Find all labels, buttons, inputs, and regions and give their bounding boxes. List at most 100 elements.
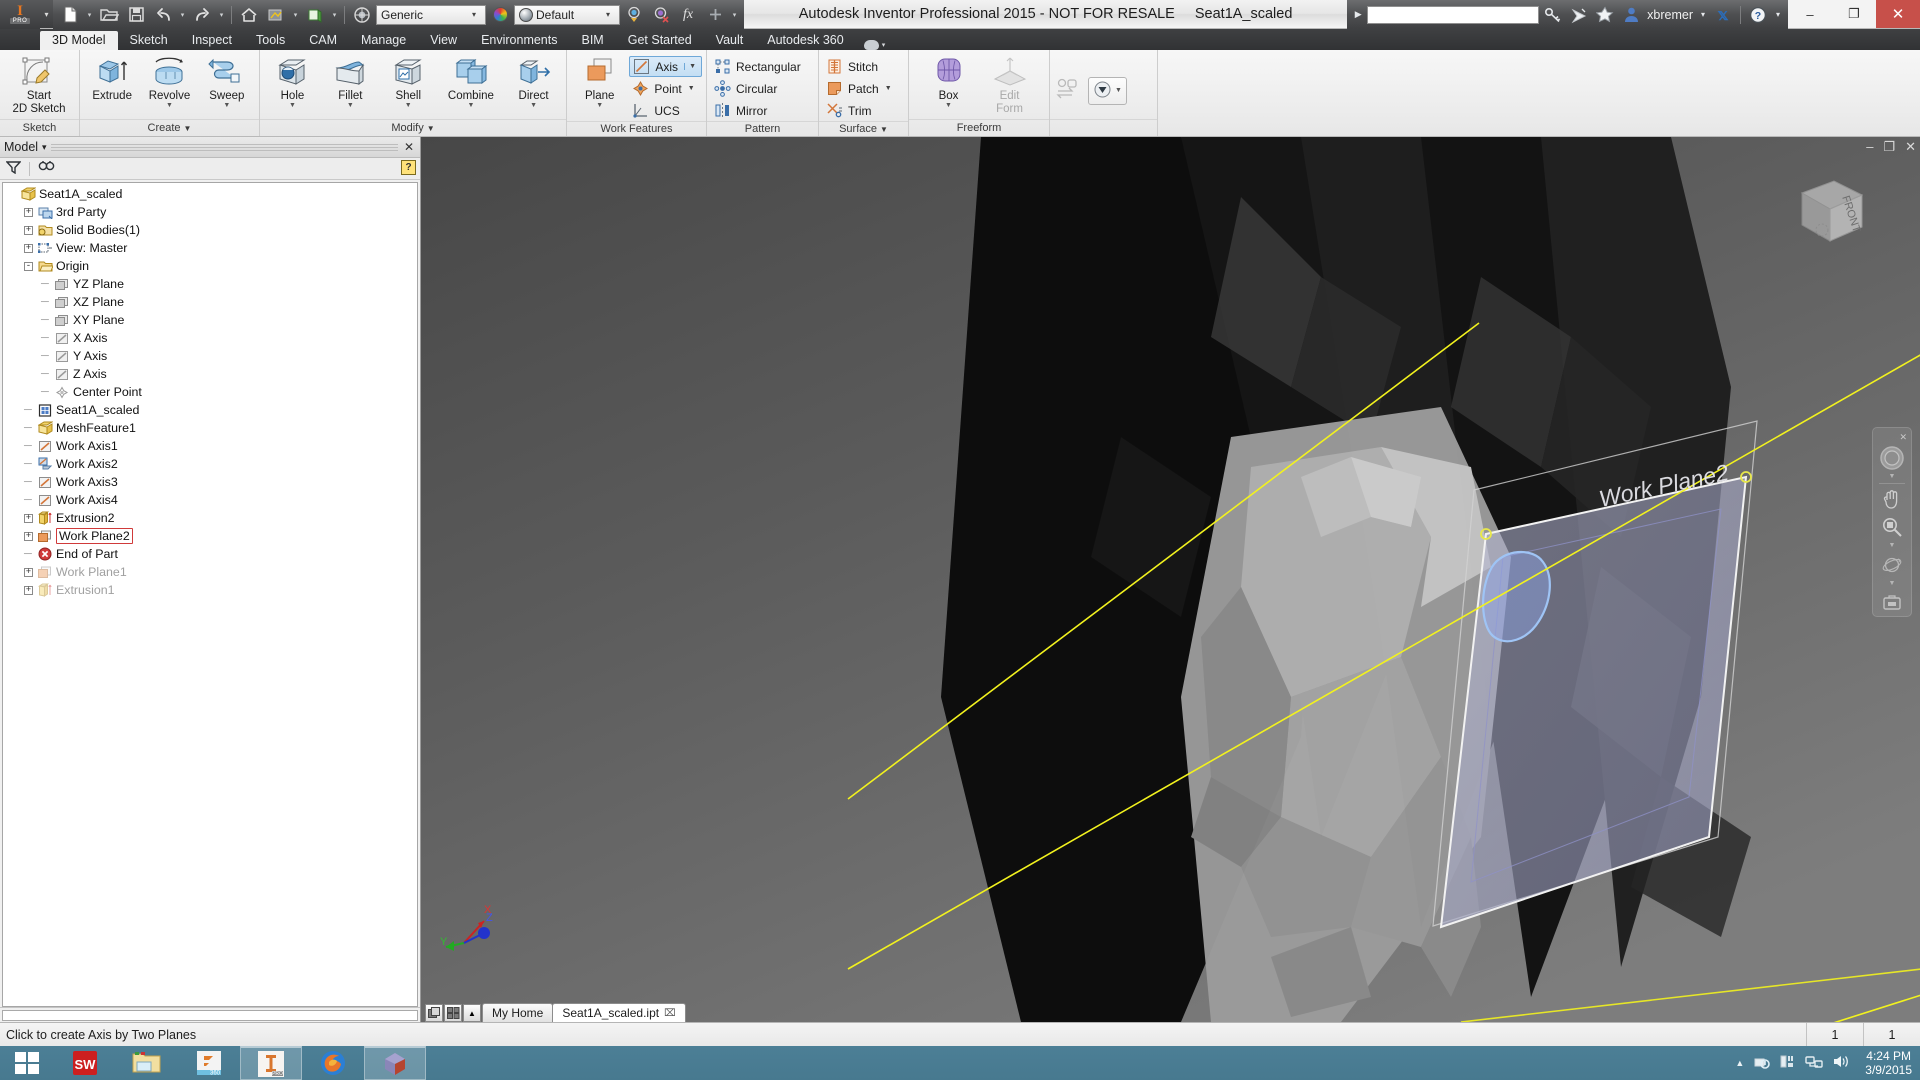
tray-volume-icon[interactable]: [1832, 1053, 1850, 1073]
home-icon[interactable]: [236, 2, 262, 27]
tree-item-end-of-part[interactable]: ─ End of Part: [3, 545, 417, 563]
tree-item-extrusion2[interactable]: + Extrusion2: [3, 509, 417, 527]
material-combo[interactable]: Generic ▾: [376, 4, 486, 25]
app-menu-caret-icon[interactable]: ▾: [40, 0, 53, 28]
shell-button[interactable]: Shell ▼: [380, 53, 437, 109]
browser-title-caret-icon[interactable]: ▾: [42, 142, 47, 153]
tree-item-origin[interactable]: - Origin: [3, 257, 417, 275]
plastic-part-icon[interactable]: [1093, 80, 1112, 102]
direct-edit-dropdown-caret-icon[interactable]: ▼: [530, 102, 537, 109]
revolve-dropdown-caret-icon[interactable]: ▼: [166, 102, 173, 109]
circular-pattern-button[interactable]: Circular: [711, 78, 806, 99]
viewport-restore-button[interactable]: ❐: [1883, 139, 1895, 155]
return-caret-icon[interactable]: ▾: [329, 2, 340, 27]
new-file-caret-icon[interactable]: ▾: [84, 2, 95, 27]
tree-expander-icon[interactable]: +: [24, 243, 37, 253]
undo-icon[interactable]: [150, 2, 176, 27]
start-button[interactable]: [0, 1046, 54, 1080]
orbit-caret-icon[interactable]: ▼: [1889, 580, 1896, 588]
tree-expander-icon[interactable]: +: [24, 207, 37, 217]
find-icon[interactable]: [38, 160, 55, 177]
search-input[interactable]: [1367, 5, 1540, 24]
update-caret-icon[interactable]: ▾: [290, 2, 301, 27]
cascade-windows-icon[interactable]: [425, 1004, 443, 1022]
autodesk-exchange-icon[interactable]: 𝕩: [1711, 3, 1735, 27]
zoom-magnifier-icon[interactable]: [1877, 514, 1907, 540]
user-name-label[interactable]: xbremer: [1645, 8, 1695, 22]
filter-icon[interactable]: [5, 160, 22, 177]
autodesk-360-icon[interactable]: [1567, 3, 1591, 27]
start-2d-sketch-button[interactable]: Start 2D Sketch: [4, 53, 74, 115]
taskbar-solidworks[interactable]: SW: [54, 1046, 116, 1080]
combine-dropdown-caret-icon[interactable]: ▼: [467, 102, 474, 109]
mirror-button[interactable]: Mirror: [711, 100, 806, 121]
browser-close-icon[interactable]: ✕: [402, 140, 416, 154]
tree-item-meshfeature1[interactable]: ─ MeshFeature1: [3, 419, 417, 437]
document-tab-my-home[interactable]: My Home: [482, 1003, 554, 1022]
plastic-part-dropdown-caret-icon[interactable]: ▼: [1115, 87, 1122, 94]
appearance-dropper-icon[interactable]: [621, 2, 647, 27]
tree-item-work-axis4[interactable]: ─ Work Axis4: [3, 491, 417, 509]
ribbon-tab-vault[interactable]: Vault: [704, 31, 756, 50]
clear-appearance-icon[interactable]: [648, 2, 674, 27]
document-tab-seat1a[interactable]: Seat1A_scaled.ipt ⌧: [552, 1003, 686, 1022]
tree-item-y-axis[interactable]: ─ Y Axis: [3, 347, 417, 365]
material-combo-caret-icon[interactable]: ▾: [467, 10, 481, 19]
tree-expander-icon[interactable]: +: [24, 225, 37, 235]
tree-expander-icon[interactable]: +: [24, 585, 37, 595]
work-point-button[interactable]: Point ▼: [629, 78, 702, 99]
zoom-caret-icon[interactable]: ▼: [1889, 542, 1896, 550]
tree-expander-icon[interactable]: -: [24, 261, 37, 271]
viewport-minimize-button[interactable]: –: [1866, 139, 1873, 155]
tree-item-solid-bodies-1-[interactable]: + Solid Bodies(1): [3, 221, 417, 239]
taskbar-firefox[interactable]: [302, 1046, 364, 1080]
save-icon[interactable]: [123, 2, 149, 27]
browser-title-bar[interactable]: Model ▾ ✕: [0, 137, 420, 158]
navigation-bar[interactable]: ✕ ▼ ▼ ▼: [1872, 427, 1912, 617]
return-icon[interactable]: [302, 2, 328, 27]
help-caret-icon[interactable]: ▾: [1772, 3, 1784, 27]
undo-caret-icon[interactable]: ▾: [177, 2, 188, 27]
tree-item-xy-plane[interactable]: ─ XY Plane: [3, 311, 417, 329]
ribbon-tab-3d-model[interactable]: 3D Model: [40, 31, 118, 50]
ribbon-cloud-status-icon[interactable]: ▾: [856, 40, 894, 50]
tree-item-seat1a-scaled[interactable]: ─ Seat1A_scaled: [3, 401, 417, 419]
tree-item-work-axis1[interactable]: ─ Work Axis1: [3, 437, 417, 455]
help-icon[interactable]: ?: [1746, 3, 1770, 27]
tile-windows-icon[interactable]: [444, 1004, 462, 1022]
tray-network-icon[interactable]: [1805, 1053, 1823, 1073]
steering-wheel-caret-icon[interactable]: ▼: [1889, 473, 1896, 481]
fillet-dropdown-caret-icon[interactable]: ▼: [347, 102, 354, 109]
freeform-box-dropdown-caret-icon[interactable]: ▼: [945, 102, 952, 109]
look-at-icon[interactable]: [1877, 590, 1907, 616]
pan-hand-icon[interactable]: [1877, 486, 1907, 512]
sign-in-key-icon[interactable]: [1541, 3, 1565, 27]
tabs-scroll-icon[interactable]: ▲: [463, 1004, 481, 1022]
taskbar-clock[interactable]: 4:24 PM 3/9/2015: [1859, 1049, 1912, 1077]
combine-button[interactable]: Combine ▼: [438, 53, 504, 109]
work-axis-button[interactable]: Axis ▼: [629, 56, 702, 77]
minimize-button[interactable]: –: [1788, 0, 1832, 28]
browser-horizontal-scrollbar[interactable]: [0, 1007, 420, 1022]
tree-item-work-axis2[interactable]: ─ Work Axis2: [3, 455, 417, 473]
tree-item-center-point[interactable]: ─ Center Point: [3, 383, 417, 401]
add-to-qat-icon[interactable]: [702, 2, 728, 27]
tree-item-3rd-party[interactable]: +3rd Party: [3, 203, 417, 221]
redo-caret-icon[interactable]: ▾: [216, 2, 227, 27]
appearance-combo-caret-icon[interactable]: ▾: [601, 10, 615, 19]
hole-dropdown-caret-icon[interactable]: ▼: [289, 102, 296, 109]
document-tab-close-icon[interactable]: ⌧: [664, 1008, 676, 1019]
extrude-button[interactable]: Extrude: [84, 53, 140, 102]
tree-item-yz-plane[interactable]: ─ YZ Plane: [3, 275, 417, 293]
shell-dropdown-caret-icon[interactable]: ▼: [405, 102, 412, 109]
tree-item-x-axis[interactable]: ─ X Axis: [3, 329, 417, 347]
fillet-button[interactable]: Fillet ▼: [322, 53, 379, 109]
ribbon-tab-manage[interactable]: Manage: [349, 31, 418, 50]
browser-scroll-track[interactable]: [2, 1009, 418, 1021]
ribbon-tab-view[interactable]: View: [418, 31, 469, 50]
favorites-star-icon[interactable]: [1593, 3, 1617, 27]
appearance-combo[interactable]: Default ▾: [514, 4, 620, 25]
taskbar-fusion360[interactable]: 360: [178, 1046, 240, 1080]
ucs-button[interactable]: UCS: [629, 100, 702, 121]
patch-dropdown-caret-icon[interactable]: ▼: [885, 85, 892, 92]
